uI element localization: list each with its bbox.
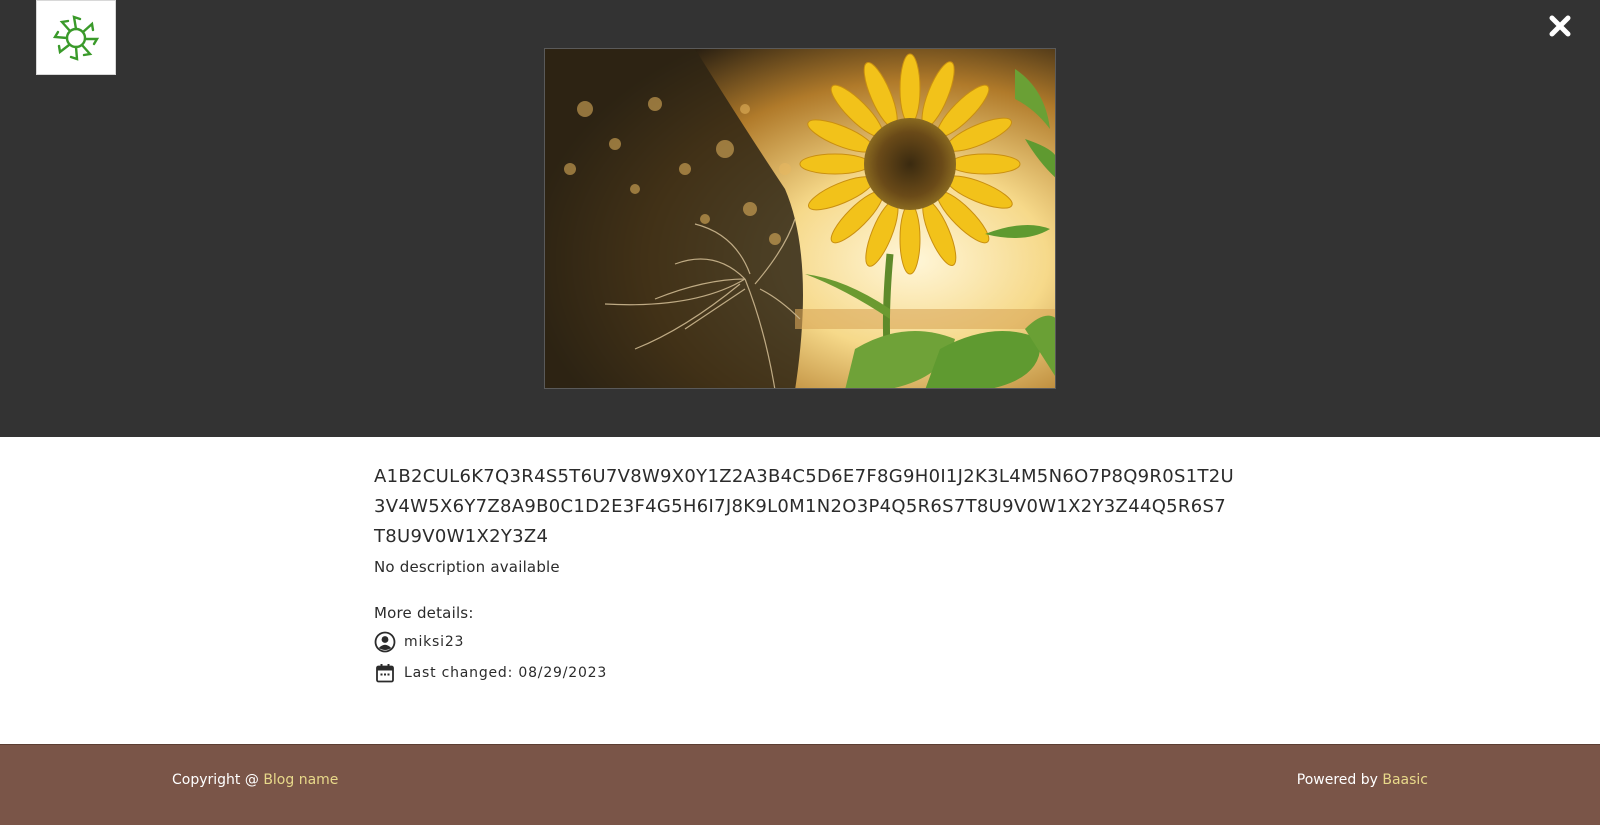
footer-powered-by: Powered by Baasic bbox=[1297, 772, 1428, 788]
footer: Copyright @ Blog name Powered by Baasic bbox=[0, 744, 1600, 825]
calendar-icon bbox=[374, 662, 396, 684]
more-details-label: More details: bbox=[374, 604, 474, 622]
close-icon bbox=[1549, 15, 1571, 37]
last-changed-row: Last changed: 08/29/2023 bbox=[374, 662, 1234, 684]
footer-copyright: Copyright @ Blog name bbox=[172, 772, 338, 788]
close-button[interactable] bbox=[1542, 8, 1578, 44]
sunburst-logo-icon bbox=[52, 14, 100, 61]
blog-name-link[interactable]: Blog name bbox=[263, 772, 338, 788]
logo[interactable] bbox=[36, 0, 116, 75]
author-row: miksi23 bbox=[374, 631, 1234, 653]
photo-illustration bbox=[545, 49, 1055, 388]
post-title: A1B2CUL6K7Q3R4S5T6U7V8W9X0Y1Z2A3B4C5D6E7… bbox=[374, 466, 1234, 547]
powered-prefix: Powered by bbox=[1296, 772, 1383, 788]
post-description: No description available bbox=[374, 558, 560, 576]
copyright-prefix: Copyright @ bbox=[172, 772, 264, 788]
sunflower-photo bbox=[544, 48, 1056, 389]
image-viewer bbox=[0, 0, 1600, 437]
baasic-link[interactable]: Baasic bbox=[1382, 772, 1428, 788]
author-name: miksi23 bbox=[404, 634, 465, 650]
user-circle-icon bbox=[374, 631, 396, 653]
post-details: A1B2CUL6K7Q3R4S5T6U7V8W9X0Y1Z2A3B4C5D6E7… bbox=[374, 462, 1234, 684]
last-changed-date: Last changed: 08/29/2023 bbox=[404, 665, 608, 681]
